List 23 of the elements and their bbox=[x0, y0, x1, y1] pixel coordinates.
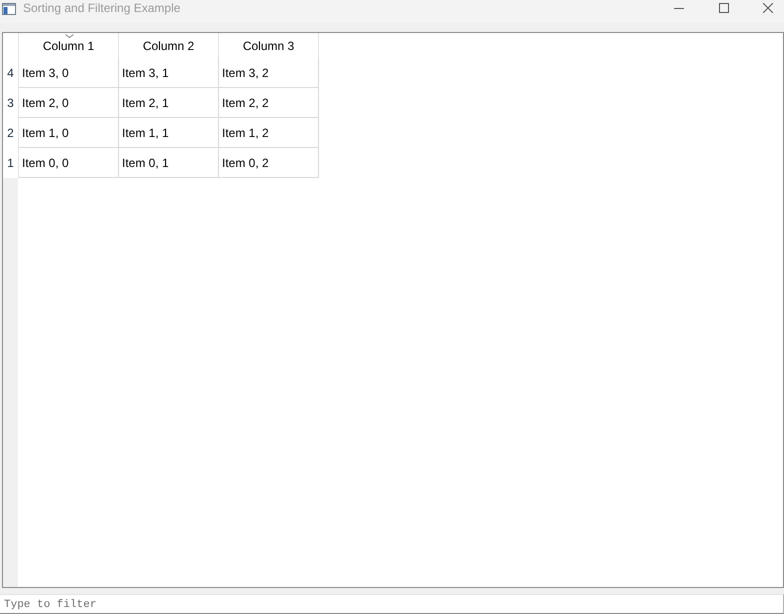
table-cell: Item 0, 2 bbox=[219, 148, 319, 178]
table-cell: Item 1, 0 bbox=[18, 118, 119, 148]
table-cell: Item 0, 0 bbox=[18, 148, 119, 178]
close-icon bbox=[763, 2, 773, 12]
row-header[interactable]: 3 bbox=[3, 88, 18, 118]
column-header[interactable]: Column 3 bbox=[219, 33, 319, 58]
table-cell: Item 2, 2 bbox=[219, 88, 319, 118]
table-cell: Item 0, 1 bbox=[119, 148, 219, 178]
row-header[interactable]: 4 bbox=[3, 58, 18, 88]
column-header[interactable]: Column 1 bbox=[18, 33, 119, 58]
table-cell: Item 2, 0 bbox=[18, 88, 119, 118]
table-cell: Item 1, 1 bbox=[119, 118, 219, 148]
table-cell: Item 3, 0 bbox=[18, 58, 119, 88]
filter-input-field[interactable]: Type to filter bbox=[0, 594, 784, 614]
column-header[interactable]: Column 2 bbox=[119, 33, 219, 58]
table-cell: Item 3, 1 bbox=[119, 58, 219, 88]
row-header[interactable]: 2 bbox=[3, 118, 18, 148]
window-title: Sorting and Filtering Example bbox=[23, 1, 180, 15]
table-cell: Item 2, 1 bbox=[119, 88, 219, 118]
table-cell: Item 1, 2 bbox=[219, 118, 319, 148]
table-cell: Item 3, 2 bbox=[219, 58, 319, 88]
row-header[interactable]: 1 bbox=[3, 148, 18, 178]
maximize-icon bbox=[718, 2, 728, 12]
